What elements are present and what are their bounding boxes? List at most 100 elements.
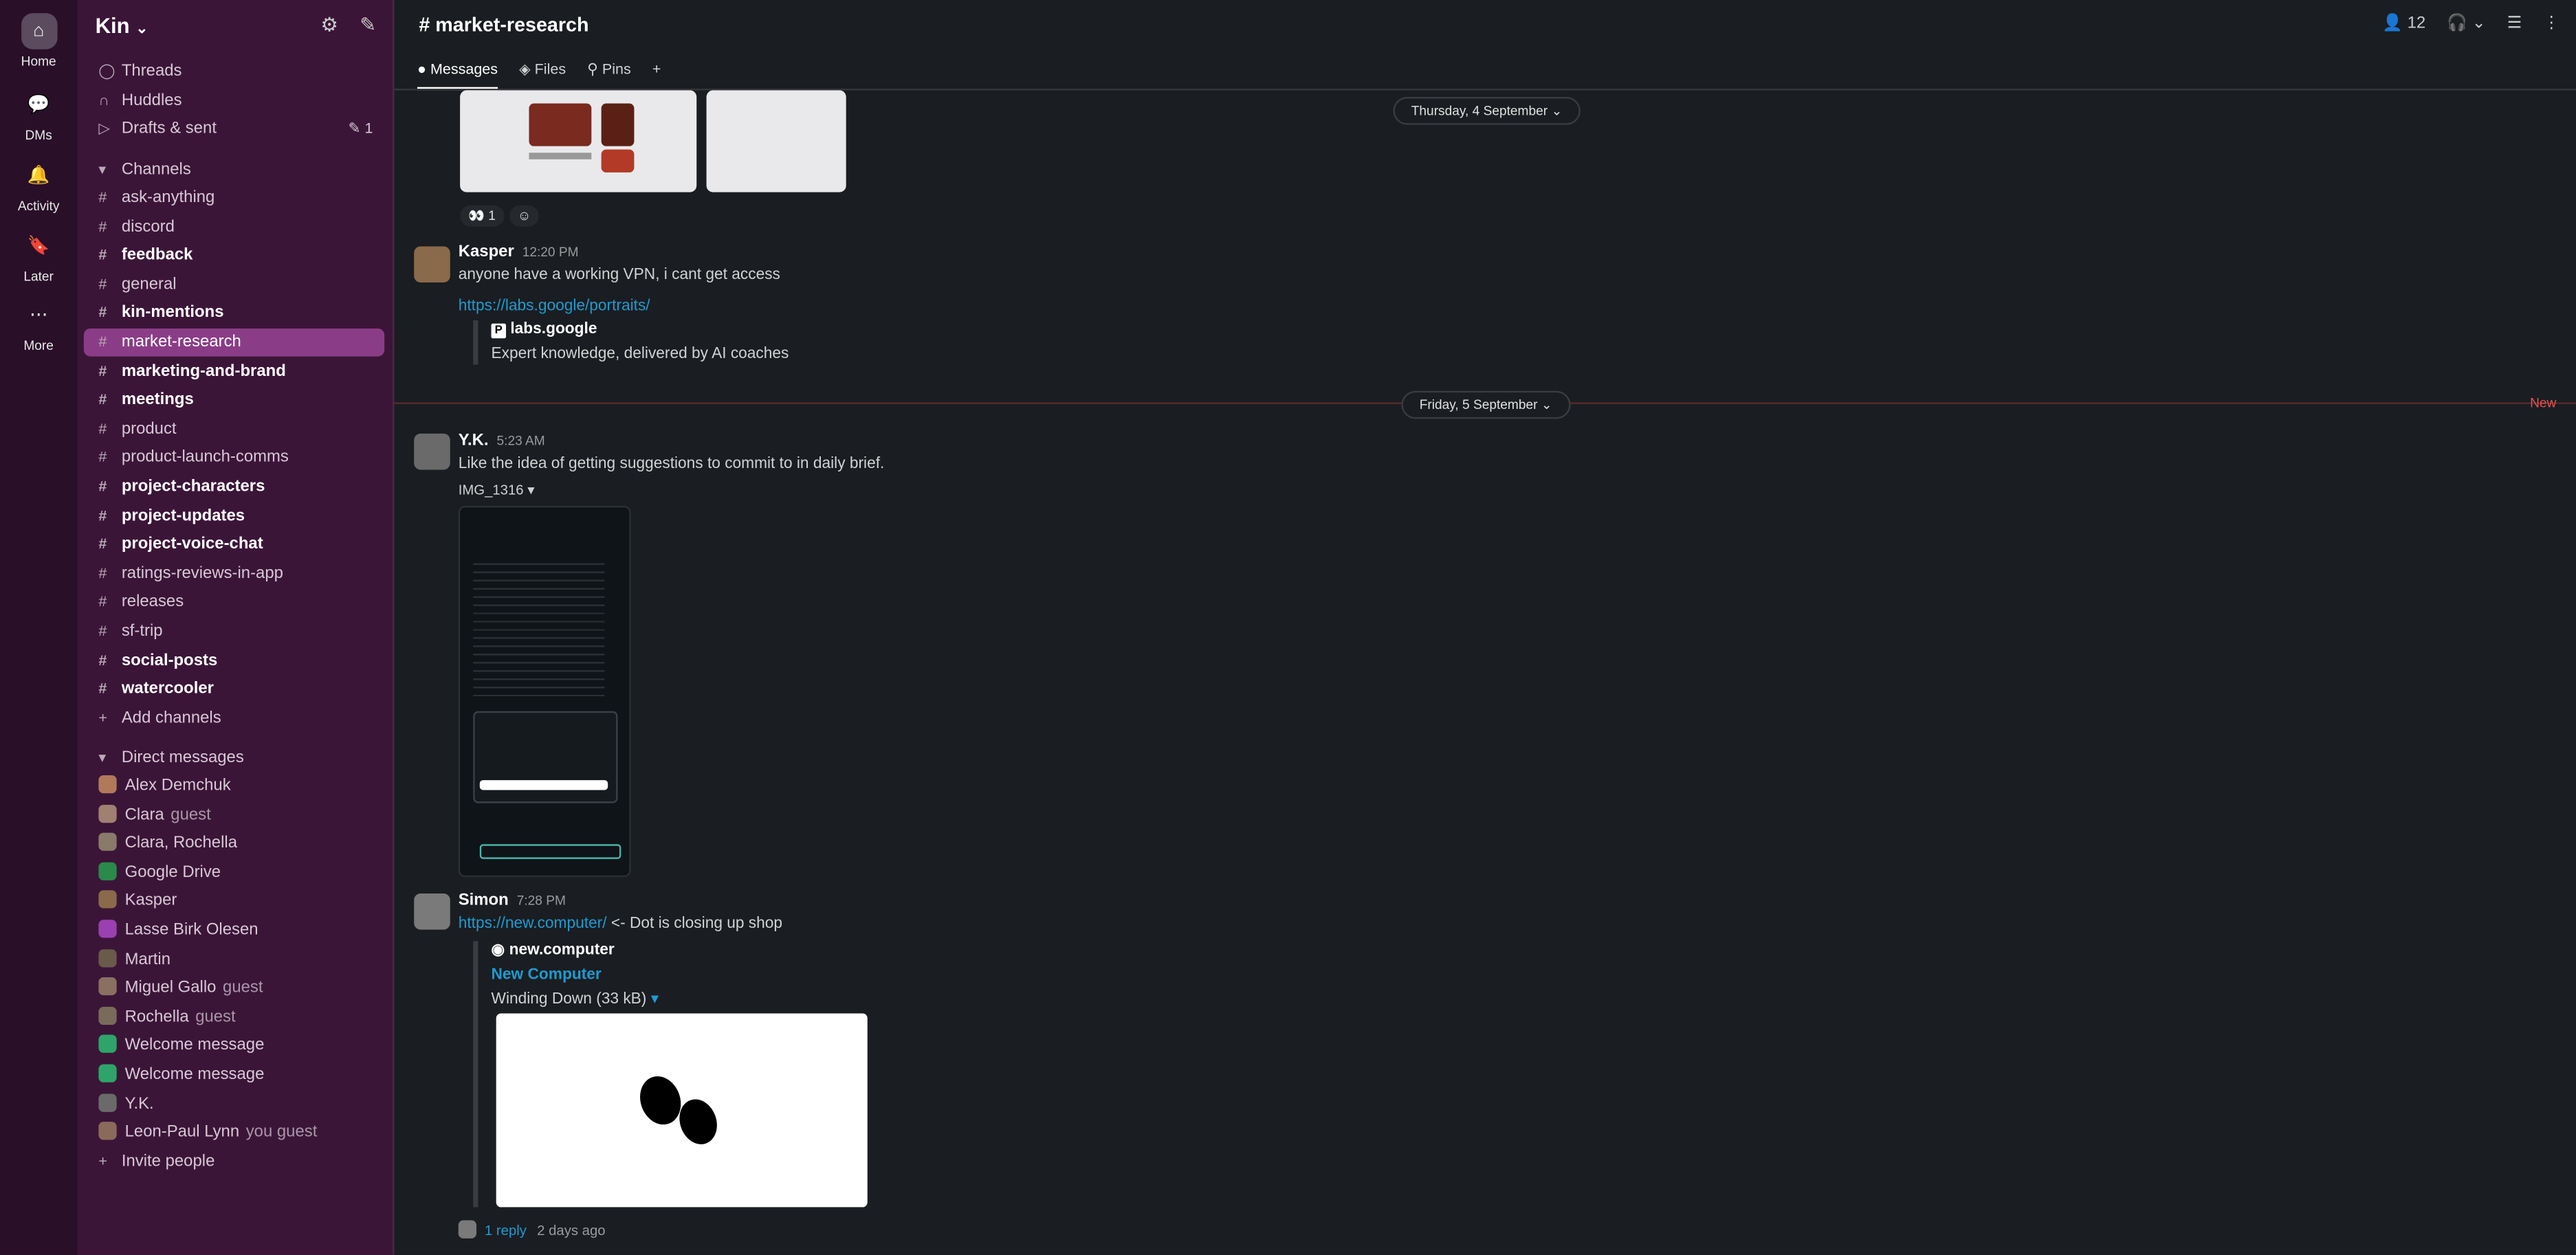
dm-item[interactable]: Leon-Paul Lynn you guest <box>84 1119 384 1147</box>
hash-icon: # <box>98 217 107 234</box>
avatar <box>98 977 117 996</box>
workspace-name[interactable]: Kin ⌄ <box>96 13 148 38</box>
avatar <box>98 862 117 880</box>
workspace-rail: ⌂ Home 💬 DMs 🔔 Activity 🔖 Later ⋯ More <box>0 0 78 1255</box>
thread-summary[interactable]: 1 reply 2 days ago <box>458 1220 606 1239</box>
rail-more[interactable]: ⋯ More <box>0 298 77 353</box>
channel-title[interactable]: # market-research <box>419 13 588 36</box>
channels-header[interactable]: ▾ Channels <box>84 156 384 184</box>
avatar[interactable] <box>414 246 450 283</box>
dm-tag: guest <box>170 806 211 824</box>
message-author[interactable]: Y.K. 5:23 AM <box>459 432 545 449</box>
sidebar-item-threads[interactable]: ◯ Threads <box>84 58 384 86</box>
date-divider[interactable]: Friday, 5 September ⌄ <box>1401 390 1571 419</box>
sidebar-item-watercooler[interactable]: # watercooler <box>84 676 384 704</box>
avatar[interactable] <box>414 433 450 470</box>
bookmark-icon: 🔖 <box>27 236 50 256</box>
sidebar-item-product-launch-comms[interactable]: # product-launch-comms <box>84 444 384 472</box>
sidebar-item-huddles[interactable]: ∩ Huddles <box>84 87 384 115</box>
sidebar-item-meetings[interactable]: # meetings <box>84 386 384 414</box>
hash-icon: # <box>98 478 107 495</box>
unfurl-file[interactable]: Winding Down (33 kB) ▾ <box>492 990 659 1008</box>
avatar[interactable] <box>414 893 450 930</box>
site-favicon-icon: P <box>491 323 507 339</box>
invite-people-button[interactable]: + Invite people <box>84 1148 384 1176</box>
hash-icon: # <box>98 188 107 206</box>
sidebar-item-ratings-reviews-in-app[interactable]: # ratings-reviews-in-app <box>84 559 384 588</box>
dm-header[interactable]: ▾ Direct messages <box>84 744 384 773</box>
date-divider[interactable]: Thursday, 4 September ⌄ <box>1393 96 1581 125</box>
sidebar-item-kin-mentions[interactable]: # kin-mentions <box>84 300 384 328</box>
huddle-button[interactable]: 🎧 ⌄ <box>2447 15 2485 33</box>
avatar <box>98 833 117 852</box>
unfurl-title[interactable]: New Computer <box>492 966 659 984</box>
message-author[interactable]: Simon 7:28 PM <box>459 892 566 910</box>
add-channels-button[interactable]: + Add channels <box>84 704 384 733</box>
dm-item[interactable]: Clara, Rochella <box>84 830 384 858</box>
hash-icon: # <box>98 651 107 668</box>
message-text: anyone have a working VPN, i cant get ac… <box>458 266 780 285</box>
sidebar-item-general[interactable]: # general <box>84 271 384 299</box>
sidebar-item-project-voice-chat[interactable]: # project-voice-chat <box>84 531 384 559</box>
sidebar-item-sf-trip[interactable]: # sf-trip <box>84 618 384 646</box>
rail-home[interactable]: ⌂ Home <box>0 13 77 69</box>
dm-item[interactable]: Welcome message <box>84 1061 384 1089</box>
avatar <box>98 1122 117 1140</box>
dm-item[interactable]: Kasper <box>84 887 384 915</box>
sidebar-item-project-updates[interactable]: # project-updates <box>84 502 384 530</box>
add-reaction-button[interactable]: ☺ <box>509 205 540 227</box>
sidebar-item-marketing-and-brand[interactable]: # marketing-and-brand <box>84 357 384 386</box>
sidebar-item-discord[interactable]: # discord <box>84 213 384 241</box>
tab-messages[interactable]: ● Messages <box>417 60 498 91</box>
attached-image[interactable] <box>460 90 697 192</box>
dm-item[interactable]: Y.K. <box>84 1090 384 1118</box>
message-link[interactable]: https://labs.google/portraits/ <box>459 298 650 315</box>
dm-item[interactable]: Google Drive <box>84 858 384 887</box>
hash-icon: # <box>98 391 107 408</box>
pin-icon: ⚲ <box>587 60 598 78</box>
members-button[interactable]: 👤 12 <box>2382 15 2425 33</box>
sidebar-item-product[interactable]: # product <box>84 415 384 443</box>
rail-activity[interactable]: 🔔 Activity <box>0 157 77 213</box>
dm-item[interactable]: Welcome message <box>84 1032 384 1060</box>
hash-icon: # <box>98 333 107 351</box>
rail-dms[interactable]: 💬 DMs <box>0 87 77 143</box>
hash-icon: # <box>98 622 107 639</box>
file-name[interactable]: IMG_1316 ▾ <box>459 481 535 499</box>
dm-item[interactable]: Clara guest <box>84 801 384 829</box>
sidebar-item-market-research[interactable]: # market-research <box>83 328 385 357</box>
avatar <box>98 775 117 794</box>
add-tab-button[interactable]: + <box>652 60 661 90</box>
message-icon: ● <box>417 60 426 78</box>
link-unfurl: P labs.google Expert knowledge, delivere… <box>473 320 789 365</box>
site-favicon-icon: ◉ <box>491 941 505 959</box>
dm-item[interactable]: Martin <box>84 945 384 973</box>
gear-icon[interactable]: ⚙ <box>320 13 338 36</box>
tab-pins[interactable]: ⚲ Pins <box>587 60 631 90</box>
compose-icon[interactable]: ✎ <box>360 13 376 36</box>
sidebar-item-project-characters[interactable]: # project-characters <box>84 473 384 501</box>
kebab-menu-icon[interactable]: ⋮ <box>2543 15 2560 33</box>
dm-item[interactable]: Rochella guest <box>84 1003 384 1032</box>
sidebar-item-social-posts[interactable]: # social-posts <box>84 647 384 675</box>
reaction-chip[interactable]: 👀 1 <box>460 205 504 227</box>
sidebar-item-drafts[interactable]: ▷ Drafts & sent ✎ 1 <box>84 115 384 143</box>
rail-later[interactable]: 🔖 Later <box>0 228 77 284</box>
attached-image[interactable] <box>458 506 631 878</box>
sidebar-item-ask-anything[interactable]: # ask-anything <box>84 184 384 212</box>
channel-settings-icon[interactable]: ☰ <box>2507 15 2522 33</box>
sidebar-item-feedback[interactable]: # feedback <box>84 242 384 270</box>
message-link[interactable]: https://new.computer/ <box>459 915 607 933</box>
tab-files[interactable]: ◈ Files <box>519 60 566 90</box>
dms-icon: 💬 <box>27 95 50 115</box>
sidebar: Kin ⌄ ⚙ ✎ ◯ Threads ∩ Huddles ▷ Drafts & se… <box>77 0 395 1255</box>
send-icon: ▷ <box>98 120 110 137</box>
unfurl-image[interactable] <box>496 1013 868 1208</box>
dm-item[interactable]: Miguel Gallo guest <box>84 975 384 1003</box>
headphones-icon: ∩ <box>98 91 109 109</box>
sidebar-item-releases[interactable]: # releases <box>84 588 384 617</box>
dm-item[interactable]: Alex Demchuk <box>84 772 384 800</box>
message-author[interactable]: Kasper 12:20 PM <box>459 243 579 261</box>
dm-item[interactable]: Lasse Birk Olesen <box>84 916 384 944</box>
attached-image[interactable] <box>706 90 846 192</box>
